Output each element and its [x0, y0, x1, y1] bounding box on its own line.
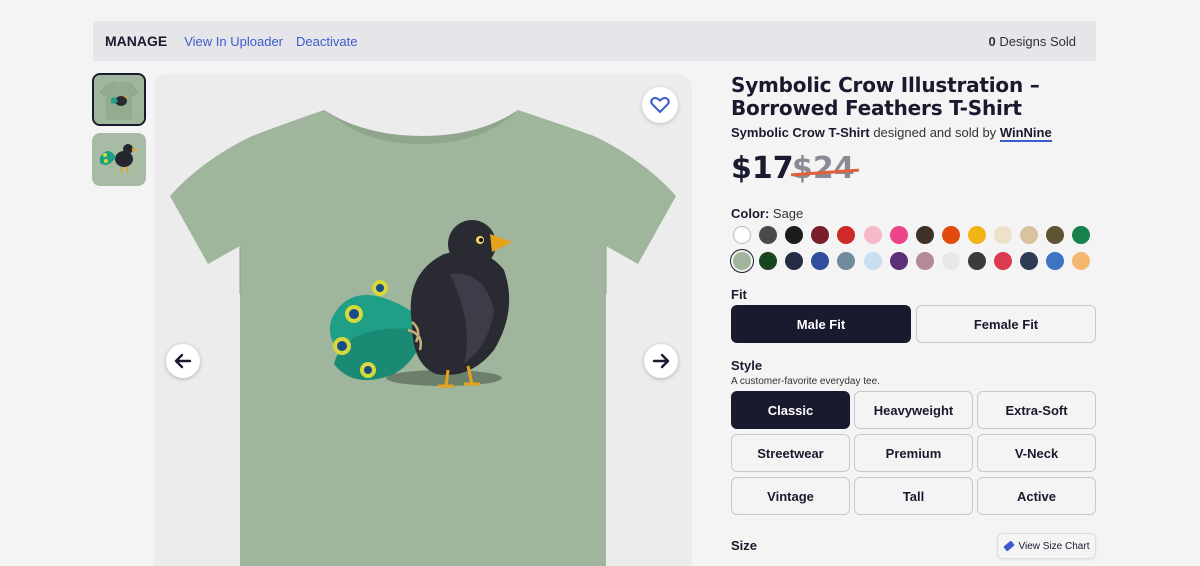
designs-sold: 0 Designs Sold [989, 34, 1076, 49]
next-image-button[interactable] [644, 344, 678, 378]
fit-option-male[interactable]: Male Fit [731, 305, 911, 343]
style-option-vintage[interactable]: Vintage [731, 477, 850, 515]
style-label: Style [731, 358, 763, 373]
original-price: $24 [792, 151, 855, 186]
color-swatch[interactable] [837, 226, 856, 244]
ruler-icon [1002, 540, 1015, 552]
favorite-button[interactable] [642, 87, 678, 123]
sold-count: 0 [988, 33, 996, 49]
color-swatch[interactable] [1072, 252, 1091, 270]
color-swatch[interactable] [785, 226, 804, 244]
style-option-tall[interactable]: Tall [854, 477, 973, 515]
color-swatch[interactable] [811, 226, 830, 244]
color-swatch[interactable] [759, 252, 778, 270]
color-swatch[interactable] [863, 252, 882, 270]
color-swatch[interactable] [915, 226, 934, 244]
product-byline: Symbolic Crow T-Shirt designed and sold … [731, 125, 1052, 142]
arrow-left-icon [174, 353, 192, 369]
color-swatch[interactable] [967, 226, 986, 244]
color-swatch[interactable] [759, 226, 778, 244]
view-in-uploader-link[interactable]: View In Uploader [184, 34, 283, 49]
color-label: Color: Sage [731, 206, 803, 221]
size-label: Size [731, 538, 758, 553]
style-option-streetwear[interactable]: Streetwear [731, 434, 850, 472]
current-price: $17 [731, 151, 794, 186]
view-size-chart-button[interactable]: View Size Chart [997, 533, 1096, 559]
style-option-heavyweight[interactable]: Heavyweight [854, 391, 973, 429]
color-swatch[interactable] [1020, 226, 1039, 244]
style-option-premium[interactable]: Premium [854, 434, 973, 472]
style-option-v-neck[interactable]: V-Neck [977, 434, 1096, 472]
color-swatch[interactable] [994, 226, 1012, 244]
manage-label: MANAGE [105, 33, 168, 49]
style-subtitle: A customer-favorite everyday tee. [731, 376, 880, 387]
selected-color-name: Sage [772, 206, 804, 221]
style-option-classic[interactable]: Classic [731, 391, 850, 429]
style-option-active[interactable]: Active [977, 477, 1096, 515]
color-swatch[interactable] [863, 226, 882, 244]
deactivate-link[interactable]: Deactivate [296, 34, 357, 49]
color-swatch[interactable] [941, 226, 960, 244]
thumbnail-shirt[interactable] [92, 73, 146, 126]
color-swatch[interactable] [1072, 226, 1091, 244]
sold-label: Designs Sold [999, 33, 1076, 49]
color-swatch[interactable] [915, 252, 934, 270]
product-image [154, 74, 692, 566]
fit-label: Fit [731, 287, 747, 302]
color-swatch[interactable] [1046, 226, 1065, 244]
color-label-title: Color: [731, 206, 770, 221]
color-swatch[interactable] [994, 252, 1012, 270]
color-swatch[interactable] [785, 252, 804, 270]
thumbnail-design[interactable] [92, 133, 146, 186]
color-swatch[interactable] [733, 252, 751, 270]
previous-image-button[interactable] [166, 344, 200, 378]
color-swatch[interactable] [733, 226, 751, 244]
color-swatch[interactable] [837, 252, 856, 270]
designed-by-text: designed and sold by [873, 125, 997, 140]
arrow-right-icon [652, 353, 670, 369]
color-swatch[interactable] [1046, 252, 1065, 270]
color-swatch[interactable] [1020, 252, 1039, 270]
color-swatch[interactable] [811, 252, 830, 270]
product-title: Symbolic Crow Illustration – Borrowed Fe… [731, 73, 1040, 120]
fit-option-female[interactable]: Female Fit [916, 305, 1096, 343]
color-swatch[interactable] [941, 252, 960, 270]
heart-icon [650, 97, 670, 114]
manage-bar: MANAGE View In Uploader Deactivate 0 Des… [93, 21, 1096, 61]
color-swatch[interactable] [889, 252, 908, 270]
color-swatch[interactable] [889, 226, 908, 244]
design-name: Symbolic Crow T-Shirt [731, 125, 870, 140]
size-chart-label: View Size Chart [1018, 540, 1090, 552]
color-swatch[interactable] [967, 252, 986, 270]
style-option-extra-soft[interactable]: Extra-Soft [977, 391, 1096, 429]
artist-link[interactable]: WinNine [999, 125, 1052, 142]
